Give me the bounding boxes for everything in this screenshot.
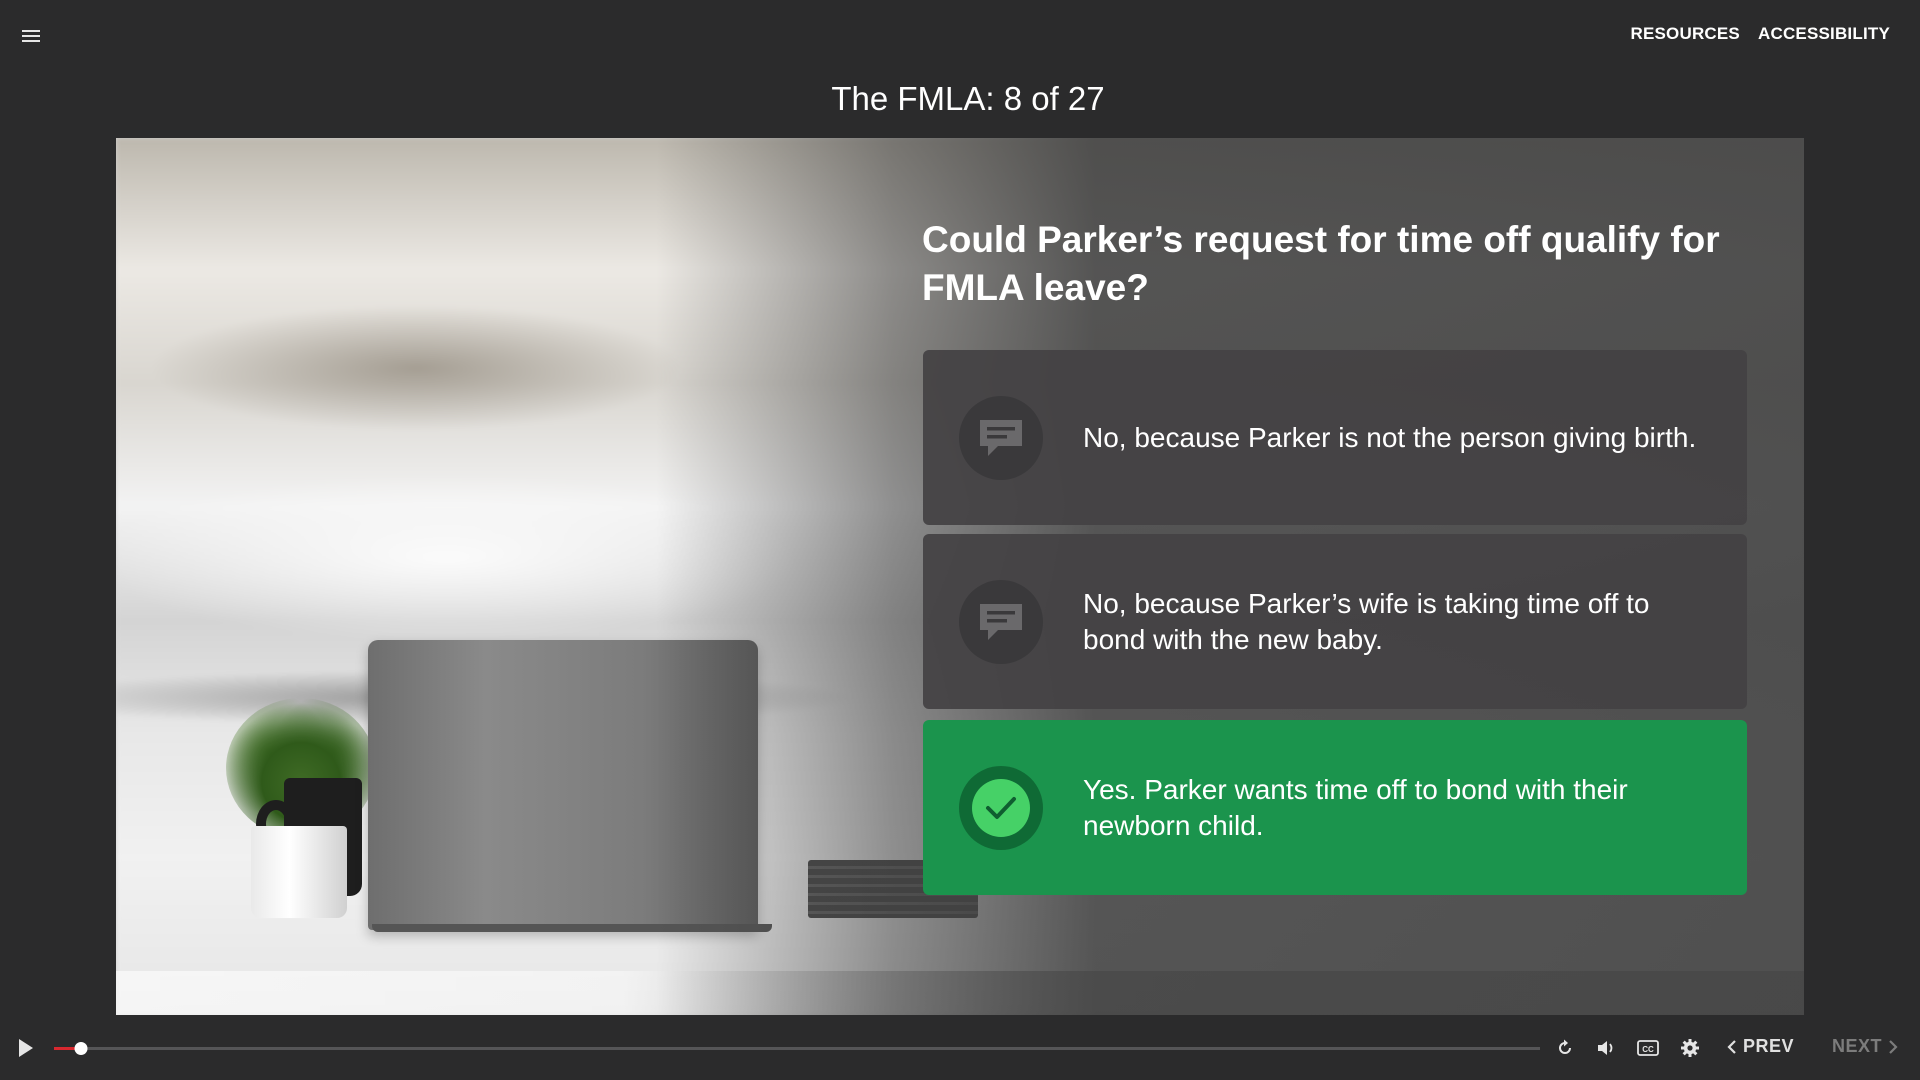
next-label: NEXT bbox=[1832, 1036, 1883, 1056]
seek-bar[interactable] bbox=[54, 1042, 1540, 1055]
answer-option-3-correct[interactable]: Yes. Parker wants time off to bond with … bbox=[923, 720, 1747, 895]
prev-button[interactable]: PREV bbox=[1727, 1036, 1794, 1057]
prev-label: PREV bbox=[1743, 1036, 1795, 1056]
checkmark-disc bbox=[972, 778, 1030, 837]
chevron-right-icon bbox=[1889, 1039, 1898, 1054]
checkmark-icon bbox=[959, 765, 1043, 850]
slide-title: The FMLA: 8 of 27 bbox=[831, 80, 1105, 117]
replay-icon[interactable] bbox=[1553, 1036, 1577, 1060]
top-nav: RESOURCES ACCESSIBILITY bbox=[1630, 24, 1890, 44]
play-icon[interactable] bbox=[18, 1038, 34, 1063]
chevron-left-icon bbox=[1727, 1039, 1736, 1054]
answer-option-1[interactable]: No, because Parker is not the person giv… bbox=[923, 350, 1747, 525]
seek-thumb[interactable] bbox=[74, 1042, 88, 1055]
slide-stage: Could Parker’s request for time off qual… bbox=[116, 138, 1804, 1015]
svg-text:CC: CC bbox=[1642, 1045, 1654, 1054]
answer-option-text: Yes. Parker wants time off to bond with … bbox=[1083, 773, 1628, 841]
answer-option-text: No, because Parker’s wife is taking time… bbox=[1083, 587, 1650, 655]
chat-bubble-icon bbox=[959, 395, 1043, 480]
answer-option-2[interactable]: No, because Parker’s wife is taking time… bbox=[923, 534, 1747, 709]
volume-icon[interactable] bbox=[1594, 1036, 1618, 1060]
chat-bubble-icon bbox=[959, 579, 1043, 664]
settings-gear-icon[interactable] bbox=[1678, 1036, 1702, 1060]
question-text: Could Parker’s request for time off qual… bbox=[922, 219, 1720, 308]
hamburger-menu-icon[interactable] bbox=[22, 30, 44, 46]
next-button[interactable]: NEXT bbox=[1832, 1036, 1898, 1057]
accessibility-link[interactable]: ACCESSIBILITY bbox=[1758, 24, 1890, 44]
answer-option-text: No, because Parker is not the person giv… bbox=[1083, 421, 1697, 453]
closed-captions-icon[interactable]: CC bbox=[1636, 1036, 1660, 1060]
resources-link[interactable]: RESOURCES bbox=[1630, 24, 1740, 44]
